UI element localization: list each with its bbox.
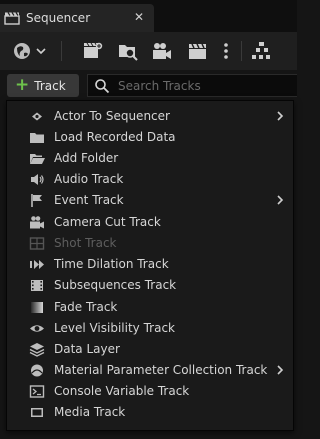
plus-icon: + xyxy=(15,75,30,95)
world-settings-button[interactable] xyxy=(10,40,48,62)
tab-title: Sequencer xyxy=(26,11,91,25)
material-sphere-icon xyxy=(31,364,43,377)
toolbar-separator xyxy=(241,41,242,61)
add-track-button[interactable]: + Track xyxy=(7,74,79,97)
menu-item-time-dilation-track[interactable]: Time Dilation Track xyxy=(7,254,293,275)
menu-item-event-track[interactable]: Event Track xyxy=(7,190,293,211)
sequencer-toolbar xyxy=(0,32,297,70)
toolbar-separator xyxy=(61,41,62,61)
actor-icon xyxy=(32,112,42,121)
menu-item-label: Material Parameter Collection Track xyxy=(54,363,268,377)
chevron-right-icon xyxy=(277,365,284,375)
clapperboard-button[interactable] xyxy=(186,40,210,62)
media-icon xyxy=(31,408,43,417)
render-movie-icon xyxy=(153,43,171,59)
menu-item-actor-to-sequencer[interactable]: Actor To Sequencer xyxy=(7,106,293,127)
menu-item-label: Media Track xyxy=(54,405,126,419)
chevron-right-icon xyxy=(277,195,284,205)
close-icon[interactable]: ✕ xyxy=(131,9,147,25)
menu-item-console-variable-track[interactable]: Console Variable Track xyxy=(7,381,293,402)
menu-item-label: Data Layer xyxy=(54,342,120,356)
more-options-button[interactable] xyxy=(218,40,234,62)
speaker-icon xyxy=(31,174,44,185)
camera-icon xyxy=(30,216,44,229)
menu-item-audio-track[interactable]: Audio Track xyxy=(7,169,293,190)
menu-item-level-visibility-track[interactable]: Level Visibility Track xyxy=(7,318,293,339)
menu-item-label: Time Dilation Track xyxy=(54,257,169,271)
folder-icon xyxy=(30,133,44,143)
fade-icon xyxy=(31,302,43,313)
menu-item-fade-track[interactable]: Fade Track xyxy=(7,297,293,318)
clapperboard-icon xyxy=(189,43,206,59)
world-settings-icon xyxy=(14,43,46,59)
shot-icon xyxy=(29,237,45,250)
tab-sequencer[interactable]: Sequencer ✕ xyxy=(0,4,154,32)
menu-item-label: Actor To Sequencer xyxy=(54,109,170,123)
film-strip-icon xyxy=(31,280,43,291)
menu-item-label: Load Recorded Data xyxy=(54,130,176,144)
layers-icon xyxy=(29,343,45,357)
menu-item-shot-track[interactable]: Shot Track xyxy=(7,233,293,254)
eye-icon xyxy=(30,325,44,332)
search-icon xyxy=(95,78,110,93)
play-fast-icon xyxy=(30,260,44,269)
find-in-content-browser-icon xyxy=(119,45,138,61)
add-track-menu: Actor To Sequencer Load Recorded Data Ad… xyxy=(6,100,294,431)
render-movie-button[interactable] xyxy=(150,40,174,62)
menu-item-camera-cut-track[interactable]: Camera Cut Track xyxy=(7,212,293,233)
tab-strip: Sequencer ✕ xyxy=(0,0,297,32)
menu-item-label: Shot Track xyxy=(54,236,117,250)
hierarchy-icon xyxy=(252,42,270,59)
menu-item-label: Fade Track xyxy=(54,300,118,314)
menu-item-add-folder[interactable]: Add Folder xyxy=(7,148,293,169)
open-folder-icon xyxy=(30,154,45,164)
hierarchy-button[interactable] xyxy=(249,40,273,62)
track-toolbar-row: + Track xyxy=(0,72,297,98)
add-track-label: Track xyxy=(34,78,66,93)
menu-item-media-track[interactable]: Media Track xyxy=(7,402,293,423)
menu-item-label: Console Variable Track xyxy=(54,384,190,398)
menu-item-load-recorded-data[interactable]: Load Recorded Data xyxy=(7,127,293,148)
menu-item-material-parameter-collection-track[interactable]: Material Parameter Collection Track xyxy=(7,360,293,381)
flag-icon xyxy=(31,194,42,207)
menu-item-data-layer[interactable]: Data Layer xyxy=(7,339,293,360)
save-sequence-button[interactable] xyxy=(81,40,105,62)
search-box[interactable] xyxy=(87,74,297,97)
clapperboard-icon xyxy=(4,12,20,25)
menu-item-label: Level Visibility Track xyxy=(54,321,175,335)
menu-item-label: Audio Track xyxy=(54,172,124,186)
menu-item-subsequences-track[interactable]: Subsequences Track xyxy=(7,275,293,296)
chevron-right-icon xyxy=(277,111,284,121)
find-in-content-browser-button[interactable] xyxy=(116,40,140,62)
save-sequence-icon xyxy=(84,42,103,58)
console-icon xyxy=(29,385,45,398)
menu-item-label: Camera Cut Track xyxy=(54,215,161,229)
more-options-icon xyxy=(224,43,228,59)
menu-item-label: Add Folder xyxy=(54,151,119,165)
menu-item-label: Event Track xyxy=(54,193,124,207)
search-tracks-input[interactable] xyxy=(116,77,290,94)
menu-item-label: Subsequences Track xyxy=(54,278,177,292)
